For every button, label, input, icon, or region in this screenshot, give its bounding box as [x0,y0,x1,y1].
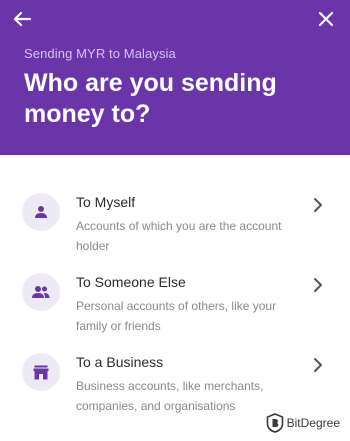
close-icon [318,11,334,27]
back-button[interactable] [9,6,35,32]
option-icon-container [22,353,60,391]
header: Sending MYR to Malaysia Who are you send… [0,0,350,155]
option-to-someone-else[interactable]: To Someone Else Personal accounts of oth… [0,264,350,344]
option-description: Personal accounts of others, like your f… [76,299,277,333]
option-icon-container [22,193,60,231]
option-title: To a Business [76,354,164,370]
close-button[interactable] [313,6,339,32]
header-subtitle: Sending MYR to Malaysia [24,46,176,61]
arrow-left-icon [13,11,31,27]
chevron-right-icon [314,358,322,372]
watermark-text: BitDegree [286,416,340,430]
recipient-options-list: To Myself Accounts of which you are the … [0,184,350,424]
chevron-right-icon [314,278,322,292]
bitdegree-logo-icon [266,413,283,433]
store-icon [33,365,49,379]
people-icon [32,286,50,298]
chevron-right-icon [314,198,322,212]
option-description: Business accounts, like merchants, compa… [76,379,264,413]
option-to-myself[interactable]: To Myself Accounts of which you are the … [0,184,350,264]
bitdegree-watermark: BitDegree [261,411,344,435]
option-icon-container [22,273,60,311]
page-title: Who are you sending money to? [24,69,277,128]
option-description: Accounts of which you are the account ho… [76,219,282,253]
person-icon [35,206,47,218]
option-title: To Someone Else [76,274,186,290]
option-title: To Myself [76,194,136,210]
